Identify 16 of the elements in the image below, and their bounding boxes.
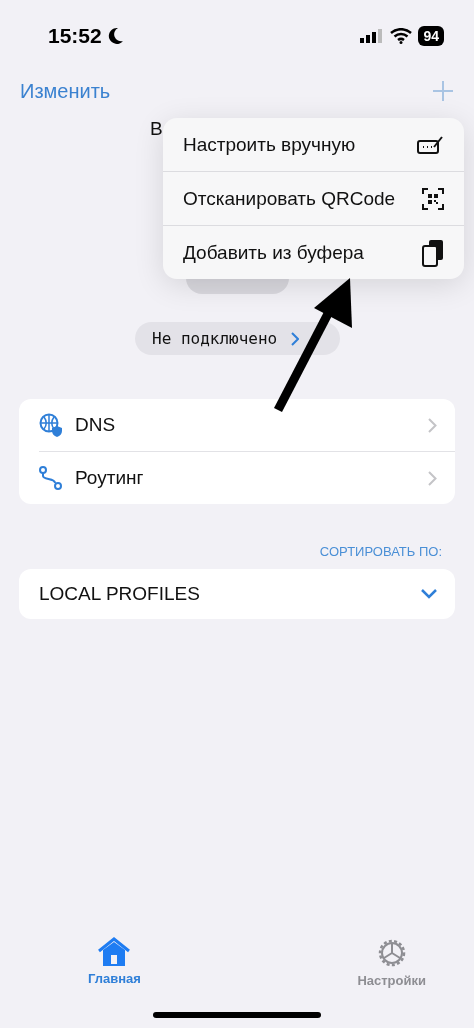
settings-row[interactable]: DNS — [39, 399, 455, 452]
menu-item[interactable]: Настроить вручную — [163, 118, 464, 172]
connection-title: В — [149, 118, 164, 140]
settings-label: DNS — [75, 414, 117, 436]
settings-label: Роутинг — [75, 467, 145, 489]
battery-level: 94 — [418, 26, 444, 46]
profiles-label: LOCAL PROFILES — [39, 583, 201, 605]
profiles-dropdown[interactable]: LOCAL PROFILES — [19, 569, 455, 619]
status-text: Не подключено — [152, 329, 278, 348]
menu-item[interactable]: Отсканировать QRCode — [163, 172, 464, 226]
menu-item[interactable]: Добавить из буфера — [163, 226, 464, 279]
edit-button[interactable]: Изменить — [20, 79, 111, 103]
tab-item[interactable]: Главная — [88, 937, 141, 988]
status-time: 15:52 — [48, 24, 102, 48]
settings-row[interactable]: Роутинг — [39, 452, 455, 504]
status-pill[interactable]: Не подключено — [135, 322, 340, 355]
